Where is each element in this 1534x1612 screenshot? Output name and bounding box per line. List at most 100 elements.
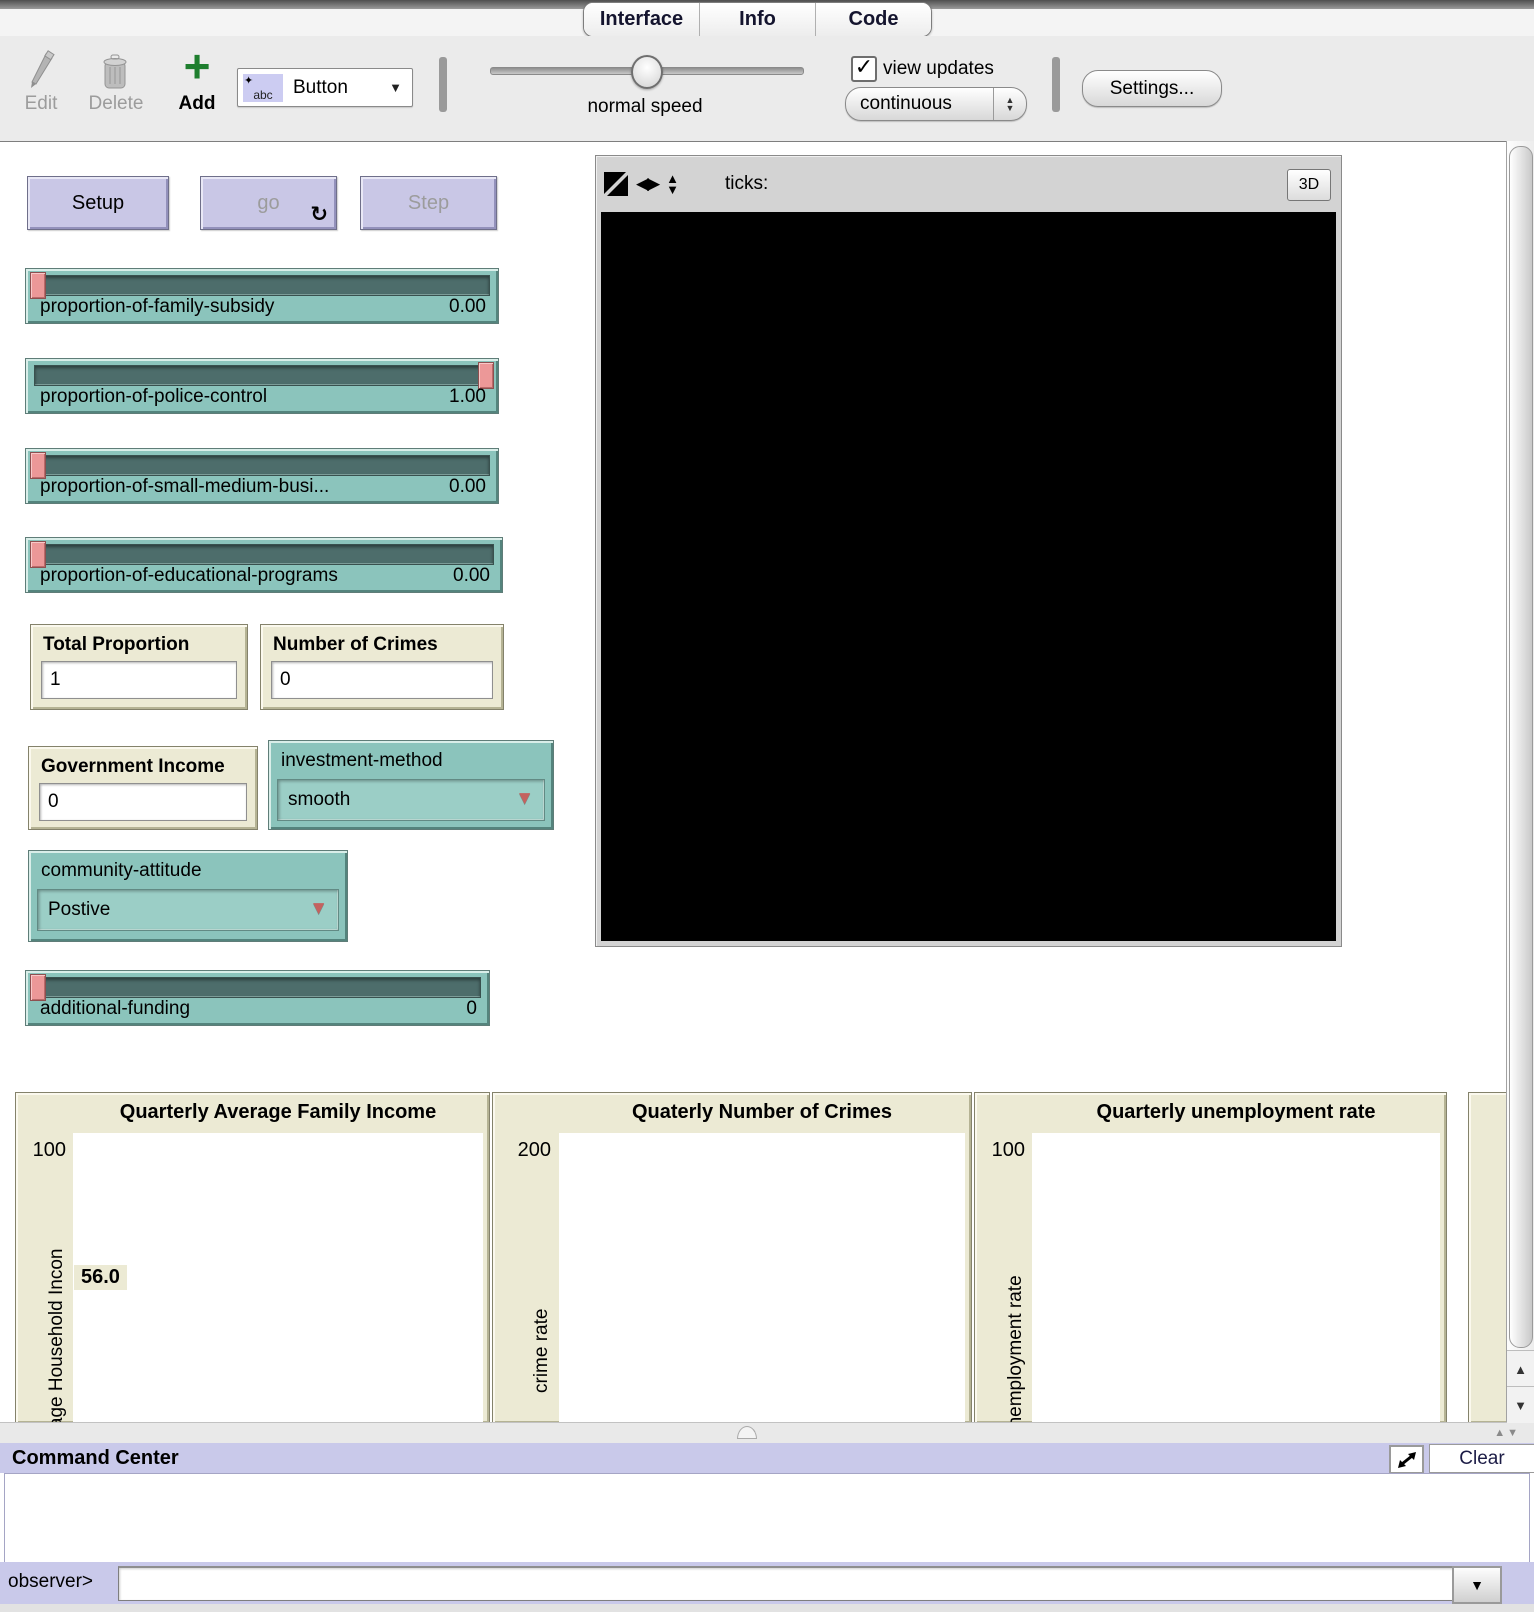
netlogo-window: Interface Info Code Edit Delete + Add ✦ … [0,0,1534,1612]
slider-track[interactable] [34,275,490,296]
chooser-select[interactable]: smooth ▼ [277,779,545,821]
window-bottom-edge [0,1604,1534,1612]
add-icon[interactable]: + [177,44,217,90]
world-canvas[interactable] [601,212,1336,941]
stepper-arrows-icon[interactable]: ▲▼ [993,88,1026,120]
expand-arrows-icon [1397,1451,1417,1469]
edit-button-label[interactable]: Edit [12,93,70,115]
view-header: ◀▶ ▲▼ ticks: 3D [596,156,1341,212]
scrollbar-thumb[interactable] [1509,146,1533,1348]
slider-proportion-of-small-medium-business[interactable]: proportion-of-small-medium-busi... 0.00 [25,448,499,504]
step-button-label: Step [408,192,449,215]
resize-diagonal-icon[interactable] [604,172,628,196]
observer-prompt-label: observer> [8,1571,93,1593]
edit-icon[interactable] [24,50,58,90]
slider-value: 0.00 [449,476,486,498]
setup-button[interactable]: Setup [27,176,169,230]
update-mode-value: continuous [860,93,993,115]
slider-handle[interactable] [30,452,46,479]
plot-quarterly-average-family-income: Quarterly Average Family Income 100 erag… [15,1092,490,1424]
scroll-down-button[interactable]: ▼ [1507,1386,1534,1423]
tab-code[interactable]: Code [815,3,931,36]
pane-splitter[interactable]: ▲▼ [0,1422,1534,1445]
slider-proportion-of-police-control[interactable]: proportion-of-police-control 1.00 [25,358,499,414]
go-button[interactable]: go ↻ [200,176,337,230]
chooser-investment-method: investment-method smooth ▼ [268,740,554,830]
slider-track[interactable] [34,977,481,998]
ticks-label: ticks: [725,173,768,195]
plot-ymax-label: 100 [16,1139,66,1162]
add-button-label[interactable]: Add [172,93,222,115]
command-center-header: Command Center Clear [0,1443,1534,1473]
slider-track[interactable] [34,455,490,476]
settings-button[interactable]: Settings... [1082,70,1222,107]
resize-horizontal-icon[interactable]: ◀▶ [636,174,658,194]
clear-button-label: Clear [1459,1448,1504,1470]
slider-value: 0.00 [449,296,486,318]
speed-slider-thumb[interactable] [631,55,663,89]
command-center-output[interactable] [4,1473,1530,1563]
go-button-label: go [257,192,279,215]
forever-icon: ↻ [310,202,328,227]
view-updates-label: view updates [883,58,994,80]
plot-quarterly-number-of-crimes: Quaterly Number of Crimes 200 crime rate [492,1092,972,1424]
chooser-community-attitude: community-attitude Postive ▼ [28,850,348,942]
settings-button-label: Settings... [1110,78,1195,100]
vertical-scrollbar[interactable]: ▲ ▼ [1506,141,1534,1422]
step-button[interactable]: Step [360,176,497,230]
chooser-value: smooth [288,789,350,811]
slider-proportion-of-family-subsidy[interactable]: proportion-of-family-subsidy0.00 [25,268,499,324]
monitor-label: Number of Crimes [261,625,503,656]
clear-button[interactable]: Clear [1429,1444,1534,1473]
slider-handle[interactable] [30,272,46,299]
tab-group: Interface Info Code [583,2,932,37]
plot-title: Quarterly unemployment rate [1032,1101,1440,1124]
slider-track[interactable] [34,544,494,565]
splitter-arrows-icon[interactable]: ▲▼ [1494,1427,1520,1439]
chooser-select[interactable]: Postive ▼ [37,889,339,931]
threed-button[interactable]: 3D [1287,169,1331,201]
resize-vertical-icon[interactable]: ▲▼ [666,173,679,195]
expand-command-center-button[interactable] [1389,1445,1424,1474]
plot-title: Quarterly Average Family Income [73,1101,483,1124]
splitter-handle-icon[interactable] [737,1426,757,1439]
slider-value: 1.00 [449,386,486,408]
cursor-mark-icon: ✦ [244,74,253,87]
command-center-input-row: observer> ▼ [0,1562,1534,1604]
tab-interface[interactable]: Interface [584,3,699,36]
slider-additional-funding[interactable]: additional-funding0 [25,970,490,1026]
widget-type-dropdown[interactable]: ✦ abc Button ▼ [237,68,413,107]
slider-value: 0 [466,998,477,1020]
chooser-arrow-icon: ▼ [309,898,328,920]
update-mode-dropdown[interactable]: continuous ▲▼ [845,87,1027,121]
monitor-total-proportion: Total Proportion 1 [30,624,248,710]
monitor-value: 0 [39,783,247,821]
plot-area [73,1133,483,1423]
delete-icon[interactable] [98,52,132,92]
view-updates-checkbox[interactable]: ✓ [851,56,877,82]
monitor-value: 0 [271,661,493,699]
monitor-label: Total Proportion [31,625,247,656]
chooser-label: community-attitude [29,851,347,882]
chevron-down-icon: ▼ [389,80,402,95]
slider-label: proportion-of-police-control [40,386,267,408]
slider-label: proportion-of-small-medium-busi... [40,476,329,498]
slider-track[interactable] [34,365,490,386]
widget-type-value: Button [293,77,348,99]
plot-ylabel: crime rate [531,1309,553,1393]
delete-button-label[interactable]: Delete [85,93,147,115]
command-input[interactable] [118,1566,1458,1601]
slider-label: proportion-of-educational-programs [40,565,338,587]
plot-ylabel: erage Household Incon [46,1249,68,1424]
speed-slider-label: normal speed [535,96,755,118]
scroll-up-button[interactable]: ▲ [1507,1350,1534,1387]
slider-handle[interactable] [30,541,46,568]
monitor-value: 1 [41,661,237,699]
slider-proportion-of-educational-programs[interactable]: proportion-of-educational-programs0.00 [25,537,503,593]
command-center-title: Command Center [12,1447,179,1470]
tab-info[interactable]: Info [699,3,815,36]
slider-handle[interactable] [30,974,46,1001]
slider-handle[interactable] [478,362,494,389]
plot-ylabel: unemployment rate [1005,1275,1027,1424]
command-history-dropdown-button[interactable]: ▼ [1452,1566,1502,1604]
